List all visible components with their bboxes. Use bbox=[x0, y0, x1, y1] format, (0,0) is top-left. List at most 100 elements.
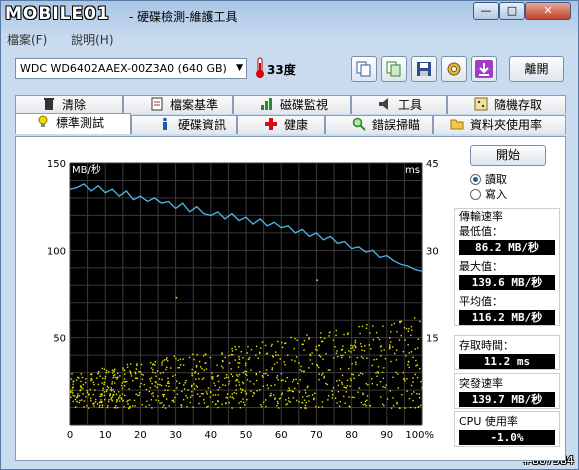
x-tick-label: 40 bbox=[204, 430, 217, 441]
access-time-point bbox=[79, 389, 81, 392]
access-time-point bbox=[166, 366, 168, 368]
copy-info-button[interactable] bbox=[351, 56, 377, 82]
access-time-point bbox=[86, 390, 89, 392]
read-radio[interactable]: 讀取 bbox=[470, 172, 507, 187]
access-time-point bbox=[185, 379, 187, 382]
access-time-point bbox=[157, 395, 159, 397]
access-time-point bbox=[271, 367, 274, 369]
access-time-point bbox=[260, 405, 263, 408]
access-time-point bbox=[90, 379, 92, 382]
access-time-point bbox=[120, 397, 122, 399]
access-time-point bbox=[101, 400, 103, 403]
access-time-point bbox=[321, 340, 324, 342]
access-time-point bbox=[163, 359, 166, 361]
tab-area: 清除 檔案基準 磁碟監視 工具 隨機存取 標準測試 硬碟資訊 健康 錯誤掃瞄 資… bbox=[7, 93, 572, 465]
access-time-point bbox=[245, 362, 247, 365]
access-time-point bbox=[315, 348, 317, 350]
access-time-point bbox=[377, 366, 380, 368]
access-time-point bbox=[177, 367, 179, 369]
access-time-point bbox=[338, 379, 341, 382]
access-time-point bbox=[286, 377, 288, 379]
access-time-point bbox=[129, 406, 131, 408]
access-time-point bbox=[318, 344, 320, 347]
options-button[interactable] bbox=[441, 56, 467, 82]
start-button[interactable]: 開始 bbox=[470, 145, 546, 166]
access-time-point bbox=[298, 401, 300, 403]
tab-benchmark[interactable]: 標準測試 bbox=[15, 113, 131, 134]
access-time-point bbox=[74, 395, 76, 397]
access-time-point bbox=[179, 364, 182, 366]
toolbar: WDC WD6402AAEX-00Z3A0 (640 GB) ▼ 33度 離開 bbox=[7, 51, 572, 89]
access-time-point bbox=[135, 393, 137, 396]
drive-select[interactable]: WDC WD6402AAEX-00Z3A0 (640 GB) ▼ bbox=[15, 58, 247, 79]
access-time-point bbox=[155, 375, 157, 377]
access-time-point bbox=[361, 325, 364, 328]
access-time-point bbox=[113, 382, 116, 384]
tab-erase[interactable]: 清除 bbox=[15, 95, 123, 114]
tab-file-benchmark[interactable]: 檔案基準 bbox=[123, 95, 233, 114]
access-time-point bbox=[207, 405, 209, 408]
access-time-point bbox=[242, 401, 245, 404]
tab-error-scan[interactable]: 錯誤掃瞄 bbox=[325, 115, 433, 134]
close-button[interactable]: ✕ bbox=[525, 2, 571, 20]
access-time-point bbox=[110, 398, 112, 400]
tab-disk-monitor[interactable]: 磁碟監視 bbox=[233, 95, 351, 114]
access-time-point bbox=[415, 365, 417, 367]
access-time-point bbox=[377, 371, 379, 373]
access-time-group: 存取時間： 11.2 ms bbox=[454, 335, 560, 370]
menu-file[interactable]: 檔案(F) bbox=[7, 33, 47, 47]
access-time-point bbox=[364, 400, 367, 403]
access-time-point bbox=[408, 328, 410, 330]
access-time-point bbox=[396, 331, 398, 333]
access-time-point bbox=[102, 389, 104, 391]
access-time-point bbox=[163, 393, 165, 396]
minimize-button[interactable]: — bbox=[473, 2, 499, 20]
access-time-point bbox=[230, 373, 232, 375]
access-time-point bbox=[408, 366, 410, 369]
menu-help[interactable]: 說明(H) bbox=[71, 33, 113, 47]
tab-random-access[interactable]: 隨機存取 bbox=[447, 95, 566, 114]
access-time-point bbox=[390, 407, 393, 409]
access-time-point bbox=[161, 402, 163, 404]
access-time-point bbox=[416, 392, 418, 395]
tab-tools[interactable]: 工具 bbox=[351, 95, 447, 114]
access-time-point bbox=[295, 356, 298, 358]
write-radio[interactable]: 寫入 bbox=[470, 187, 507, 202]
maximize-button[interactable]: □ bbox=[499, 2, 525, 20]
access-time-point bbox=[276, 361, 278, 364]
y-right-tick-label: 30 bbox=[426, 246, 439, 257]
access-time-point bbox=[331, 390, 333, 392]
access-time-point bbox=[85, 378, 87, 380]
copy-screenshot-button[interactable] bbox=[381, 56, 407, 82]
tab-label: 清除 bbox=[62, 98, 87, 112]
access-time-point bbox=[234, 359, 236, 361]
tab-disk-info[interactable]: 硬碟資訊 bbox=[131, 115, 237, 134]
access-time-point bbox=[383, 367, 385, 369]
access-time-point bbox=[116, 378, 118, 380]
access-time-point bbox=[70, 396, 72, 398]
access-time-point bbox=[238, 358, 241, 360]
access-time-point bbox=[83, 406, 85, 408]
access-time-point bbox=[323, 375, 326, 378]
tab-health[interactable]: 健康 bbox=[237, 115, 325, 134]
save-button[interactable] bbox=[411, 56, 437, 82]
access-time-point bbox=[72, 400, 74, 403]
access-time-point bbox=[242, 381, 244, 383]
access-time-point bbox=[94, 389, 96, 391]
access-time-point bbox=[70, 378, 73, 380]
temperature-value: 33度 bbox=[267, 63, 296, 77]
access-time-point bbox=[359, 372, 362, 374]
tab-folder-usage[interactable]: 資料夾使用率 bbox=[433, 115, 566, 134]
access-time-point bbox=[382, 325, 384, 327]
access-time-point bbox=[260, 347, 262, 349]
access-time-point bbox=[129, 399, 131, 401]
access-time-point bbox=[402, 371, 404, 374]
access-time-point bbox=[372, 338, 375, 341]
exit-button[interactable]: 離開 bbox=[509, 56, 564, 82]
access-time-point bbox=[115, 405, 117, 407]
access-time-point bbox=[158, 378, 161, 380]
access-time-point bbox=[261, 341, 264, 343]
download-button[interactable] bbox=[471, 56, 497, 82]
access-time-point bbox=[167, 389, 169, 391]
access-time-point bbox=[229, 396, 232, 398]
